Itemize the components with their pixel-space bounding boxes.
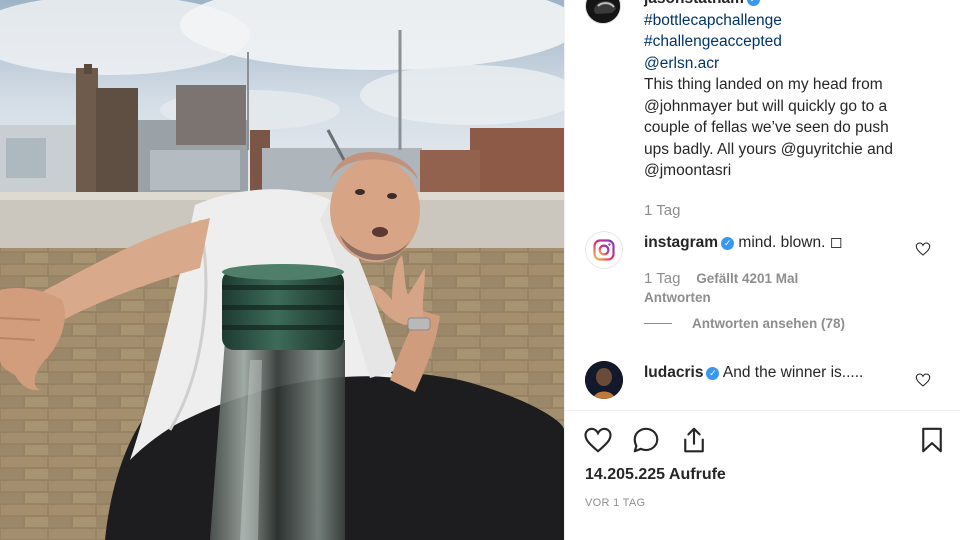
instagram-post-view: jasonstatham✓ #bottlecapchallenge #chall… <box>0 0 960 540</box>
verified-icon: ✓ <box>746 0 760 6</box>
user-photo-icon <box>585 361 623 399</box>
view-count[interactable]: 14.205.225 Aufrufe <box>585 466 726 484</box>
mention-link[interactable]: @erlsn.acr <box>644 53 944 75</box>
comment-icon[interactable] <box>631 425 661 455</box>
hashtag-link[interactable]: #bottlecapchallenge <box>644 10 944 32</box>
heart-icon[interactable] <box>583 425 613 455</box>
comment-likes[interactable]: Gefällt 4201 Mal <box>696 271 798 286</box>
like-comment-heart-icon[interactable] <box>915 241 931 257</box>
reply-button[interactable]: Antworten <box>644 290 711 305</box>
commenter-avatar[interactable] <box>585 361 623 399</box>
caption-line: @johnmayer but will quickly go to a <box>644 97 888 115</box>
caption-line: couple of fellas we’ve seen do push <box>644 119 889 136</box>
video-frame-illustration <box>0 0 564 540</box>
share-icon[interactable] <box>679 425 709 455</box>
author-username[interactable]: jasonstatham <box>644 0 744 7</box>
caption-line: ups badly. All yours @guyritchie and <box>644 140 893 158</box>
commenter-avatar[interactable] <box>585 231 623 269</box>
comment-username[interactable]: instagram <box>644 234 718 251</box>
hashtag-link[interactable]: #challengeaccepted <box>644 31 944 53</box>
comment-timestamp[interactable]: 1 Tag <box>644 270 680 287</box>
view-replies-button[interactable]: Antworten ansehen (78) <box>644 316 845 331</box>
caption-text: jasonstatham✓ #bottlecapchallenge #chall… <box>644 0 944 182</box>
divider-dash <box>644 323 672 324</box>
caption-line: This thing landed on my head from <box>644 76 883 93</box>
verified-icon: ✓ <box>706 367 720 380</box>
comment-text: instagram ✓ mind. blown. ◻ <box>644 233 843 252</box>
bookmark-icon[interactable] <box>917 425 947 455</box>
comment-body: mind. blown. ◻ <box>738 234 843 251</box>
helmet-icon <box>586 0 620 23</box>
comment-meta: 1 Tag Gefällt 4201 Mal <box>644 270 798 287</box>
post-date[interactable]: VOR 1 TAG <box>585 497 645 509</box>
author-avatar[interactable] <box>585 0 621 24</box>
view-replies-label: Antworten ansehen (78) <box>692 316 846 331</box>
post-video[interactable] <box>0 0 564 540</box>
comment-text: ludacris ✓ And the winner is..... <box>644 364 863 382</box>
comment-body: And the winner is..... <box>722 364 864 381</box>
post-actions-bar: 14.205.225 Aufrufe VOR 1 TAG <box>565 410 960 540</box>
instagram-logo-icon <box>585 231 623 269</box>
like-comment-heart-icon[interactable] <box>915 372 931 388</box>
verified-icon: ✓ <box>721 237 735 250</box>
caption-timestamp[interactable]: 1 Tag <box>644 202 680 219</box>
comment-username[interactable]: ludacris <box>644 364 703 381</box>
caption-line: @jmoontasri <box>644 162 732 179</box>
post-side-panel: jasonstatham✓ #bottlecapchallenge #chall… <box>564 0 960 540</box>
